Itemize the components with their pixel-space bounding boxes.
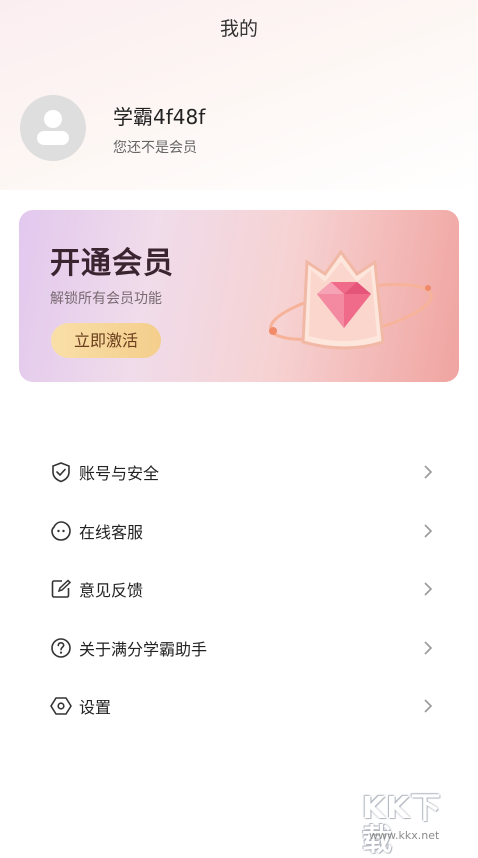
- menu-list: 账号与安全 在线客服 意见反馈 关于满分学霸助手 设置: [0, 442, 478, 735]
- avatar[interactable]: [20, 95, 86, 161]
- username[interactable]: 学霸4f48f: [113, 101, 205, 130]
- chevron-right-icon: [424, 582, 433, 596]
- menu-item-about[interactable]: 关于满分学霸助手: [0, 618, 478, 677]
- menu-item-label: 在线客服: [79, 522, 144, 542]
- activate-button[interactable]: 立即激活: [51, 323, 161, 358]
- crown-gem-icon: [269, 249, 433, 350]
- menu-item-label: 关于满分学霸助手: [79, 639, 208, 659]
- edit-feedback-icon: [51, 579, 72, 598]
- chevron-right-icon: [424, 699, 433, 713]
- menu-item-label: 意见反馈: [79, 581, 144, 600]
- customer-service-icon: [51, 520, 71, 541]
- shield-check-icon: [52, 462, 70, 483]
- settings-hexagon-icon: [50, 697, 72, 715]
- member-status: 您还不是会员: [113, 140, 197, 156]
- menu-item-customer-service[interactable]: 在线客服: [0, 501, 478, 560]
- menu-item-feedback[interactable]: 意见反馈: [0, 559, 478, 618]
- menu-item-account-security[interactable]: 账号与安全: [0, 442, 478, 501]
- watermark-url: www.kkx.net: [369, 829, 440, 842]
- menu-item-settings[interactable]: 设置: [0, 676, 478, 735]
- chevron-right-icon: [424, 523, 433, 538]
- avatar-head-shape: [44, 110, 62, 128]
- chevron-right-icon: [424, 465, 433, 479]
- vip-card-subtitle: 解锁所有会员功能: [50, 291, 162, 307]
- watermark-logo: KK下载: [362, 791, 442, 858]
- vip-card-title: 开通会员: [50, 246, 174, 281]
- question-circle-icon: [51, 637, 71, 658]
- watermark: KK下载 www.kkx.net: [362, 793, 472, 857]
- page-title: 我的: [219, 18, 258, 40]
- menu-item-label: 账号与安全: [79, 464, 160, 483]
- vip-card[interactable]: 开通会员 解锁所有会员功能 立即激活: [19, 210, 459, 382]
- avatar-body-shape: [37, 131, 69, 145]
- menu-item-label: 设置: [79, 698, 112, 717]
- chevron-right-icon: [424, 640, 433, 655]
